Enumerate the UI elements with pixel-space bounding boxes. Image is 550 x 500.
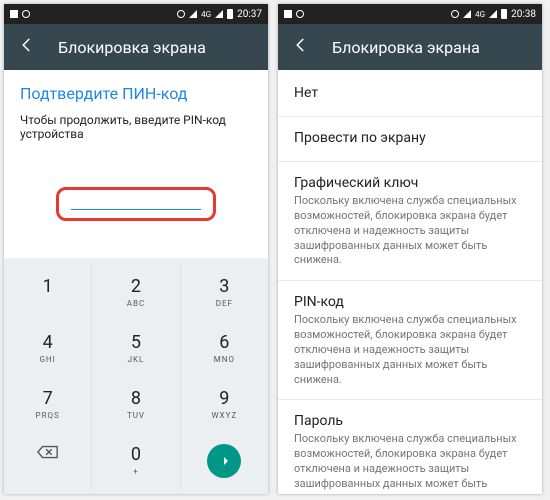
option-none[interactable]: Нет xyxy=(278,72,542,117)
key-0[interactable]: 0+ xyxy=(92,432,180,490)
battery-icon xyxy=(227,9,233,19)
option-title: Графический ключ xyxy=(294,175,526,191)
numeric-keypad: 1 2ABC 3DEF 4GHI 5JKL 6MNO 7PRQS 8TUV 9W… xyxy=(4,258,268,494)
option-title: Нет xyxy=(294,85,526,101)
option-title: Провести по экрану xyxy=(294,130,526,146)
network-label: 4G xyxy=(201,10,211,19)
key-3[interactable]: 3DEF xyxy=(181,264,268,320)
status-left-icons xyxy=(284,10,304,18)
key-9[interactable]: 9WXYZ xyxy=(181,376,268,432)
option-desc: Поскольку включена служба специальных во… xyxy=(294,432,526,494)
clock: 20:37 xyxy=(237,9,262,20)
app-bar: Блокировка экрана xyxy=(278,24,542,70)
wifi-icon xyxy=(215,10,223,18)
back-icon[interactable] xyxy=(18,36,36,58)
option-desc: Поскольку включена служба специальных во… xyxy=(294,194,526,268)
option-swipe[interactable]: Провести по экрану xyxy=(278,117,542,162)
options-list: Нет Провести по экрану Графический ключ … xyxy=(278,70,542,494)
key-8[interactable]: 8TUV xyxy=(92,376,180,432)
status-bar: 4G 20:38 xyxy=(278,4,542,24)
notif-icon xyxy=(284,10,292,18)
status-bar: 4G 20:37 xyxy=(4,4,268,24)
key-2[interactable]: 2ABC xyxy=(92,264,180,320)
app-bar-title: Блокировка экрана xyxy=(332,38,480,57)
option-desc: Поскольку включена служба специальных во… xyxy=(294,313,526,387)
notif-icon xyxy=(10,10,18,18)
key-5[interactable]: 5JKL xyxy=(92,320,180,376)
signal-icon xyxy=(463,10,471,18)
pin-input[interactable] xyxy=(56,187,216,221)
enter-icon xyxy=(207,444,241,478)
network-label: 4G xyxy=(475,10,485,19)
key-backspace[interactable] xyxy=(4,432,92,490)
app-bar-title: Блокировка экрана xyxy=(58,38,206,57)
notif-icon xyxy=(296,10,304,18)
sync-icon xyxy=(177,10,185,18)
wifi-icon xyxy=(489,10,497,18)
app-bar: Блокировка экрана xyxy=(4,24,268,70)
status-left-icons xyxy=(10,10,30,18)
option-password[interactable]: Пароль Поскольку включена служба специал… xyxy=(278,400,542,494)
key-6[interactable]: 6MNO xyxy=(181,320,268,376)
pin-confirm-screen: Подтвердите ПИН-код Чтобы продолжить, вв… xyxy=(4,70,268,494)
key-1[interactable]: 1 xyxy=(4,264,92,320)
key-4[interactable]: 4GHI xyxy=(4,320,92,376)
lock-options-screen: Нет Провести по экрану Графический ключ … xyxy=(278,70,542,494)
option-pin[interactable]: PIN-код Поскольку включена служба специа… xyxy=(278,281,542,400)
status-right-icons: 4G 20:37 xyxy=(177,9,262,20)
page-subtitle: Чтобы продолжить, введите PIN-код устрой… xyxy=(20,113,252,141)
back-icon[interactable] xyxy=(292,36,310,58)
status-right-icons: 4G 20:38 xyxy=(451,9,536,20)
key-7[interactable]: 7PRQS xyxy=(4,376,92,432)
phone-left: 4G 20:37 Блокировка экрана Подтвердите П… xyxy=(4,4,268,494)
page-title: Подтвердите ПИН-код xyxy=(20,84,252,103)
sync-icon xyxy=(451,10,459,18)
phone-right: 4G 20:38 Блокировка экрана Нет Провести … xyxy=(278,4,542,494)
option-title: Пароль xyxy=(294,413,526,429)
notif-icon xyxy=(22,10,30,18)
option-pattern[interactable]: Графический ключ Поскольку включена служ… xyxy=(278,162,542,281)
signal-icon xyxy=(189,10,197,18)
option-title: PIN-код xyxy=(294,294,526,310)
battery-icon xyxy=(501,9,507,19)
key-enter[interactable] xyxy=(181,432,268,490)
clock: 20:38 xyxy=(511,9,536,20)
